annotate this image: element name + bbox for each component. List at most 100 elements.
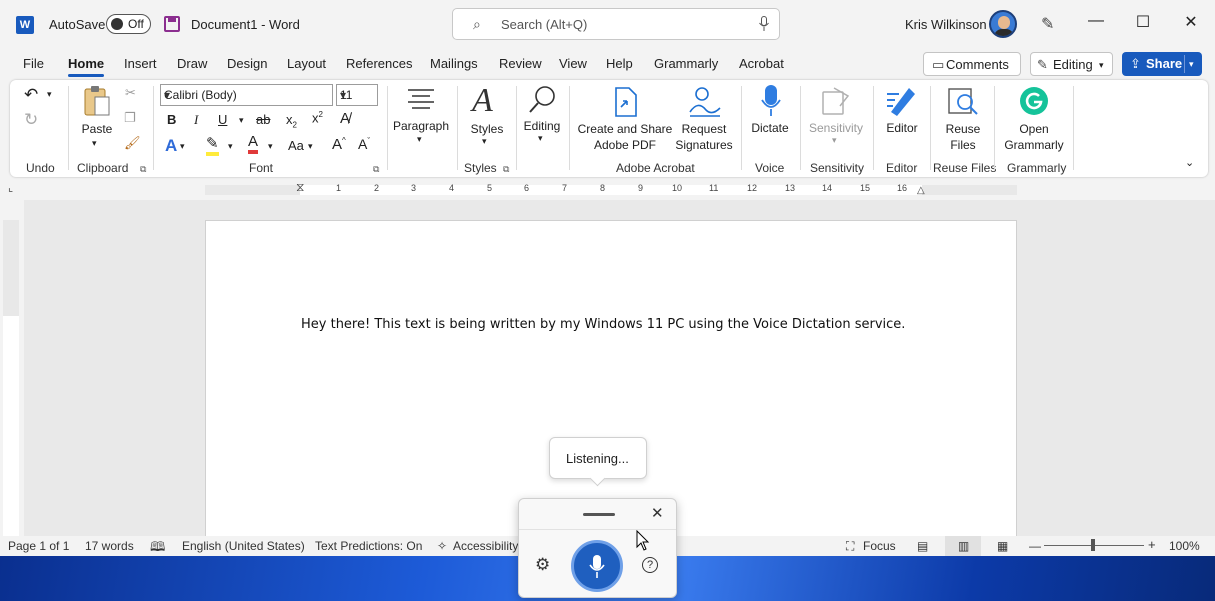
collapse-ribbon-icon[interactable]: ⌄ [1185, 156, 1194, 169]
proofing-icon[interactable]: 🕮 [150, 538, 165, 556]
tab-layout[interactable]: Layout [287, 56, 326, 71]
document-text[interactable]: Hey there! This text is being written by… [301, 317, 905, 332]
superscript-button[interactable]: x2 [312, 110, 323, 125]
chevron-down-icon[interactable]: ▾ [482, 136, 487, 147]
chevron-down-icon[interactable]: ▾ [180, 141, 185, 152]
subscript-button[interactable]: x2 [286, 112, 297, 130]
read-mode-icon[interactable]: ▤ [917, 539, 928, 553]
highlight-icon[interactable]: ✎ [206, 136, 219, 156]
zoom-slider-thumb[interactable] [1091, 539, 1095, 551]
tab-review[interactable]: Review [499, 56, 542, 71]
dialog-launcher-icon[interactable]: ⧉ [373, 164, 379, 175]
print-layout-icon[interactable]: ▥ [945, 536, 981, 556]
maximize-icon[interactable]: ☐ [1132, 12, 1154, 32]
chevron-down-icon[interactable]: ▾ [92, 138, 97, 149]
underline-button[interactable]: U [218, 112, 227, 127]
accessibility-status[interactable]: Accessibility: [453, 539, 522, 553]
save-icon[interactable] [164, 16, 180, 32]
tab-insert[interactable]: Insert [124, 56, 157, 71]
share-button[interactable]: ⇪ Share ▾ [1122, 52, 1202, 76]
editor-icon[interactable] [885, 84, 917, 116]
microphone-button[interactable] [571, 540, 623, 592]
font-name-select[interactable]: Calibri (Body) ▾ [160, 84, 333, 106]
paragraph-icon[interactable] [406, 87, 436, 113]
tab-grammarly[interactable]: Grammarly [654, 56, 718, 71]
text-predictions-status[interactable]: Text Predictions: On [315, 539, 422, 553]
undo-icon[interactable]: ↶ [24, 85, 38, 105]
chevron-down-icon[interactable]: ▾ [239, 115, 244, 126]
chevron-down-icon[interactable]: ▾ [268, 141, 273, 152]
web-layout-icon[interactable]: ▦ [997, 539, 1008, 553]
dictate-label[interactable]: Dictate [746, 121, 794, 135]
minimize-icon[interactable]: — [1085, 12, 1107, 30]
open-grammarly-label[interactable]: Open Grammarly [1000, 121, 1068, 153]
tab-file[interactable]: File [23, 56, 44, 71]
redo-icon[interactable]: ↻ [24, 110, 38, 130]
grammarly-icon[interactable] [1019, 86, 1049, 116]
user-name[interactable]: Kris Wilkinson [905, 17, 987, 32]
editor-label[interactable]: Editor [878, 121, 926, 135]
chevron-down-icon[interactable]: ▾ [228, 141, 233, 152]
create-pdf-icon[interactable] [613, 87, 639, 117]
sensitivity-label[interactable]: Sensitivity [804, 121, 868, 135]
avatar[interactable] [989, 10, 1017, 38]
strikethrough-button[interactable]: ab [256, 112, 270, 127]
tab-selector-icon[interactable]: ⌞ [8, 181, 13, 194]
reuse-files-icon[interactable] [947, 86, 979, 116]
autosave-toggle[interactable]: Off [106, 14, 151, 34]
cut-icon[interactable]: ✂ [125, 85, 136, 101]
format-painter-icon[interactable]: 🖌 [124, 135, 141, 151]
change-case-icon[interactable]: Aa [288, 138, 304, 153]
chevron-down-icon[interactable]: ▾ [1189, 59, 1194, 70]
microphone-icon[interactable] [759, 16, 769, 32]
grow-font-icon[interactable]: A^ [332, 136, 346, 153]
request-signatures-label[interactable]: Request Signatures [672, 121, 736, 153]
comments-button[interactable]: ▭ Comments [923, 52, 1021, 76]
sensitivity-icon[interactable] [820, 86, 850, 116]
drag-handle[interactable] [583, 513, 615, 516]
clear-formatting-icon[interactable]: A̸ [340, 110, 350, 127]
right-indent-marker-icon[interactable]: △ [917, 185, 925, 196]
gear-icon[interactable]: ⚙ [535, 555, 550, 575]
zoom-in-icon[interactable]: + [1148, 537, 1156, 552]
word-count[interactable]: 17 words [85, 539, 134, 553]
reuse-files-label[interactable]: Reuse Files [934, 121, 992, 153]
request-signatures-icon[interactable] [688, 86, 722, 118]
zoom-level[interactable]: 100% [1169, 539, 1200, 553]
zoom-out-icon[interactable]: — [1029, 539, 1041, 553]
italic-button[interactable]: I [194, 112, 198, 128]
paste-icon[interactable] [82, 85, 112, 119]
designer-pen-icon[interactable]: ✎ [1041, 14, 1054, 34]
search-box[interactable]: ⌕ Search (Alt+Q) [452, 8, 780, 40]
focus-icon[interactable]: ⛶ [846, 539, 854, 554]
tab-acrobat[interactable]: Acrobat [739, 56, 784, 71]
tab-design[interactable]: Design [227, 56, 267, 71]
editing-mode-button[interactable]: ✎ Editing ▾ [1030, 52, 1113, 76]
dictate-microphone-icon[interactable] [760, 84, 782, 118]
editing-group-label[interactable]: Editing [518, 119, 566, 133]
tab-draw[interactable]: Draw [177, 56, 207, 71]
font-size-select[interactable]: 11 ▾ [336, 84, 378, 106]
paste-label[interactable]: Paste [80, 122, 114, 136]
copy-icon[interactable]: ❐ [124, 110, 136, 126]
language-status[interactable]: English (United States) [182, 539, 305, 553]
close-icon[interactable]: ✕ [1180, 12, 1202, 32]
chevron-down-icon[interactable]: ▾ [308, 141, 313, 152]
font-color-icon[interactable]: A [248, 134, 259, 154]
styles-icon[interactable]: A [472, 82, 493, 120]
tab-view[interactable]: View [559, 56, 587, 71]
focus-label[interactable]: Focus [863, 539, 896, 553]
chevron-down-icon[interactable]: ▾ [832, 135, 837, 146]
chevron-down-icon[interactable]: ▾ [417, 134, 422, 145]
text-effects-icon[interactable]: A [165, 136, 177, 156]
chevron-down-icon[interactable]: ▾ [538, 133, 543, 144]
tab-mailings[interactable]: Mailings [430, 56, 478, 71]
help-icon[interactable]: ? [642, 557, 658, 573]
chevron-down-icon[interactable]: ▾ [47, 89, 52, 100]
indent-marker-icon[interactable]: ⧖ [296, 180, 304, 195]
tab-help[interactable]: Help [606, 56, 633, 71]
close-icon[interactable]: ✕ [651, 504, 664, 522]
bold-button[interactable]: B [167, 112, 176, 127]
create-share-pdf-label[interactable]: Create and Share Adobe PDF [573, 121, 677, 153]
page-count[interactable]: Page 1 of 1 [8, 539, 69, 553]
